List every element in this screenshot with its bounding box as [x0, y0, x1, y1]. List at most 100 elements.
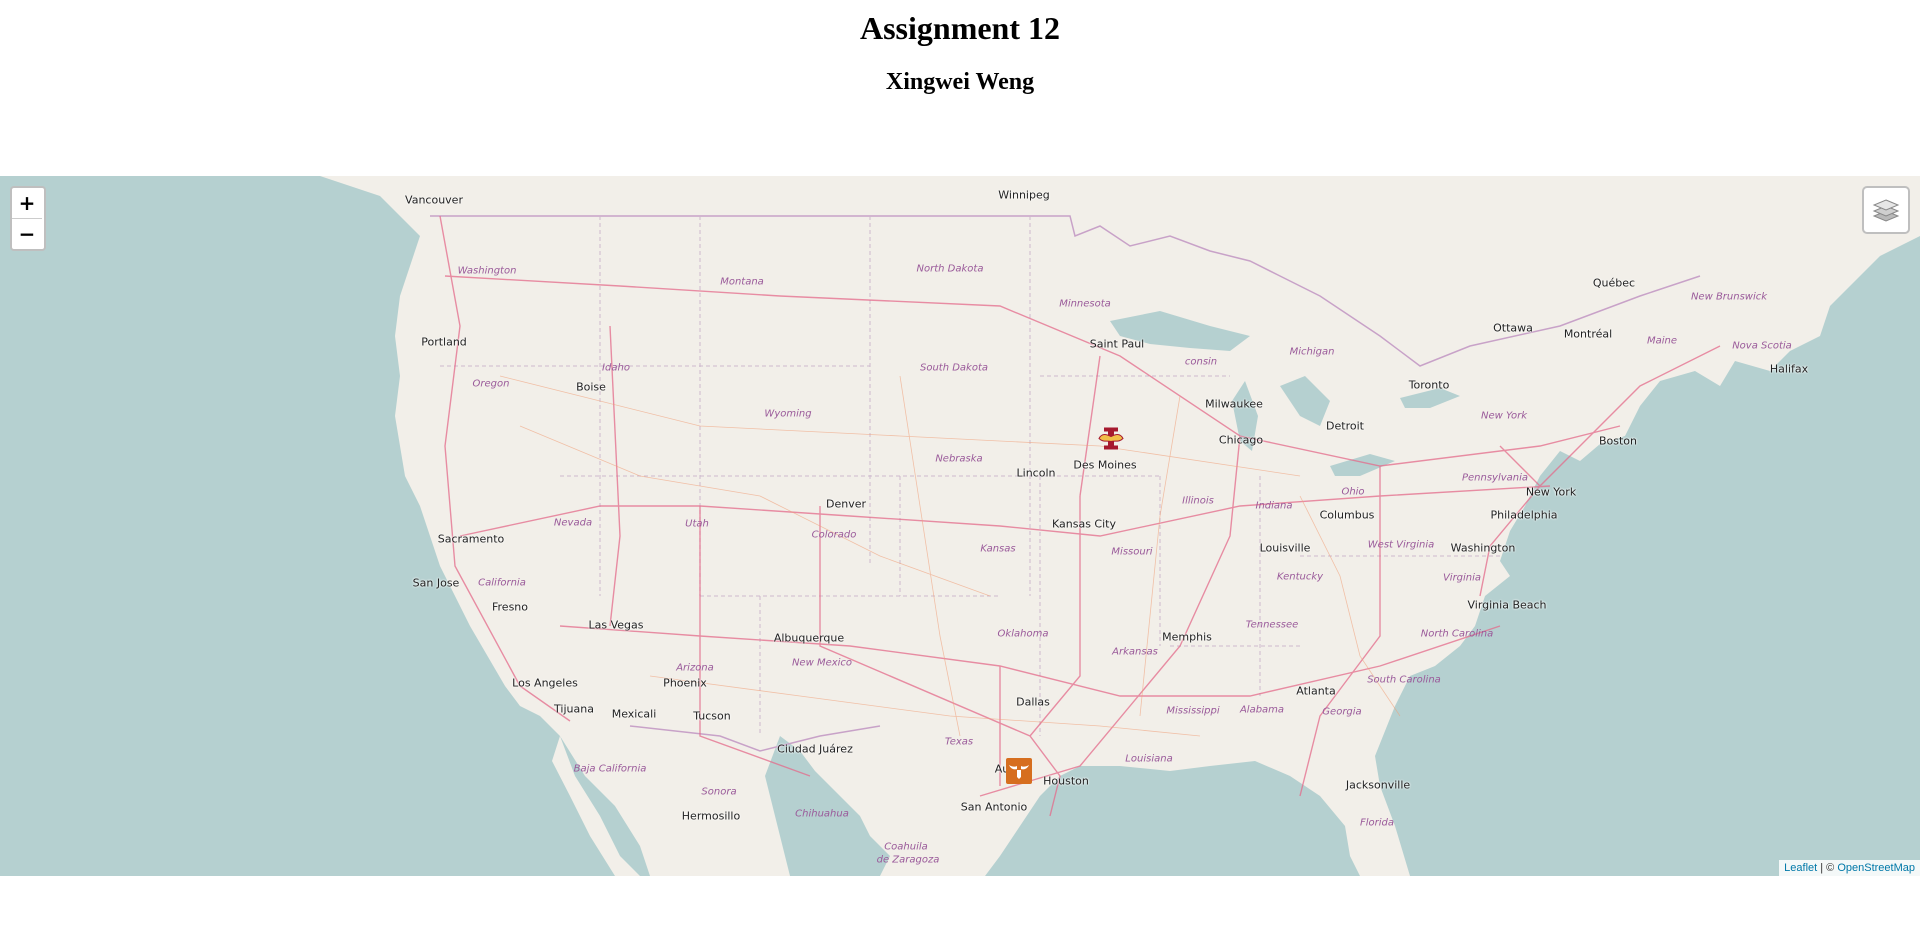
openstreetmap-link[interactable]: OpenStreetMap: [1837, 862, 1915, 874]
city-label: Philadelphia: [1490, 508, 1558, 522]
city-label: Kansas City: [1052, 517, 1116, 531]
city-label: Chicago: [1218, 433, 1264, 447]
region-label: Washington: [457, 265, 517, 277]
region-label: Tennessee: [1245, 619, 1299, 631]
region-label: Kentucky: [1276, 571, 1324, 583]
region-label: North Dakota: [916, 263, 984, 275]
city-label: Ottawa: [1493, 321, 1533, 335]
city-label: Memphis: [1162, 630, 1212, 644]
city-label: San Jose: [412, 576, 460, 590]
region-label: Baja California: [573, 763, 647, 775]
region-label: Illinois: [1182, 495, 1214, 507]
region-label: South Dakota: [919, 362, 989, 374]
city-label: Las Vegas: [588, 618, 644, 632]
city-label: Milwaukee: [1205, 397, 1263, 411]
region-label: South Carolina: [1367, 674, 1441, 686]
city-label: Boston: [1598, 434, 1638, 448]
city-label: Des Moines: [1073, 458, 1137, 472]
region-label: Montana: [720, 276, 764, 288]
region-label: Arizona: [676, 662, 714, 674]
city-label: Lincoln: [1016, 466, 1056, 480]
city-label: Québec: [1592, 276, 1636, 290]
city-label: Sacramento: [437, 532, 505, 546]
city-label: Tucson: [693, 709, 731, 723]
city-label: Phoenix: [663, 676, 707, 690]
map-container[interactable]: Washington North Dakota Montana Minnesot…: [0, 176, 1920, 876]
region-label: North Carolina: [1420, 628, 1494, 640]
layers-icon: [1872, 199, 1900, 222]
city-label: Montréal: [1563, 327, 1613, 341]
city-label: Denver: [825, 497, 867, 511]
city-label: San Antonio: [960, 800, 1028, 814]
region-label: Georgia: [1322, 706, 1362, 718]
longhorn-logo-icon: [1009, 765, 1029, 779]
region-label: West Virginia: [1367, 539, 1435, 551]
city-label: Tijuana: [554, 702, 594, 716]
region-label: New Brunswick: [1690, 291, 1768, 303]
region-label: Texas: [944, 736, 974, 748]
city-label: Portland: [421, 335, 467, 349]
zoom-out-button[interactable]: −: [12, 218, 42, 249]
region-label: Virginia: [1442, 572, 1482, 584]
region-label: Minnesota: [1059, 298, 1111, 310]
city-label: Boise: [576, 380, 606, 394]
zoom-control: + −: [10, 186, 46, 251]
city-label: Houston: [1043, 774, 1089, 788]
city-label: Washington: [1450, 541, 1516, 555]
region-label: Chihuahua: [795, 808, 849, 820]
region-label: Nevada: [553, 517, 593, 529]
leaflet-link[interactable]: Leaflet: [1784, 862, 1817, 874]
region-label: Oregon: [472, 378, 510, 390]
city-label: Ciudad Juárez: [777, 742, 853, 756]
city-label: Saint Paul: [1089, 337, 1145, 351]
region-label: Nova Scotia: [1732, 340, 1792, 352]
region-label: Alabama: [1239, 704, 1285, 716]
region-label: Oklahoma: [997, 628, 1049, 640]
region-label: New York: [1480, 410, 1528, 422]
texas-marker[interactable]: [1006, 758, 1032, 784]
region-label: Nebraska: [935, 453, 983, 465]
city-label: Dallas: [1016, 695, 1050, 709]
city-label: Atlanta: [1296, 684, 1336, 698]
region-label: Missouri: [1111, 546, 1153, 558]
city-label: Jacksonville: [1345, 778, 1411, 792]
city-label: New York: [1525, 485, 1577, 499]
region-label: New Mexico: [791, 657, 853, 669]
region-label: Utah: [685, 518, 709, 530]
city-label: Hermosillo: [681, 809, 741, 823]
region-label: Louisiana: [1125, 753, 1173, 765]
city-label: Los Angeles: [512, 676, 578, 690]
region-label: Colorado: [811, 529, 857, 541]
city-label: Toronto: [1408, 378, 1450, 392]
city-label: Columbus: [1319, 508, 1375, 522]
region-label: Michigan: [1289, 346, 1335, 358]
city-label: Albuquerque: [773, 631, 845, 645]
city-label: Vancouver: [405, 193, 463, 207]
iowa-state-logo-icon: [1098, 427, 1124, 450]
region-label: Wyoming: [764, 408, 812, 420]
region-label: Coahuila: [884, 841, 928, 853]
region-label: Kansas: [980, 543, 1016, 555]
region-label: Ohio: [1341, 486, 1365, 498]
region-label: Florida: [1359, 817, 1395, 829]
region-label: Mississippi: [1166, 705, 1220, 717]
city-label: Louisville: [1259, 541, 1311, 555]
layers-control-button[interactable]: [1862, 186, 1910, 234]
region-label: Pennsylvania: [1461, 472, 1529, 484]
city-label: Halifax: [1769, 362, 1809, 376]
city-label: Detroit: [1326, 419, 1364, 433]
region-label: Indiana: [1255, 500, 1293, 512]
city-label: Virginia Beach: [1467, 598, 1547, 612]
region-label: California: [478, 577, 526, 589]
page-subtitle: Xingwei Weng: [885, 69, 1035, 95]
region-label: Maine: [1646, 335, 1678, 347]
city-label: Winnipeg: [998, 188, 1050, 202]
zoom-in-button[interactable]: +: [12, 188, 42, 218]
map-attribution: Leaflet | © OpenStreetMap: [1779, 860, 1920, 876]
region-label: Idaho: [602, 362, 630, 374]
iowa-state-marker[interactable]: [1097, 427, 1125, 456]
attribution-separator: | ©: [1817, 862, 1838, 874]
region-label: Sonora: [701, 786, 737, 798]
city-label: Fresno: [491, 600, 529, 614]
city-label: Mexicali: [611, 707, 657, 721]
